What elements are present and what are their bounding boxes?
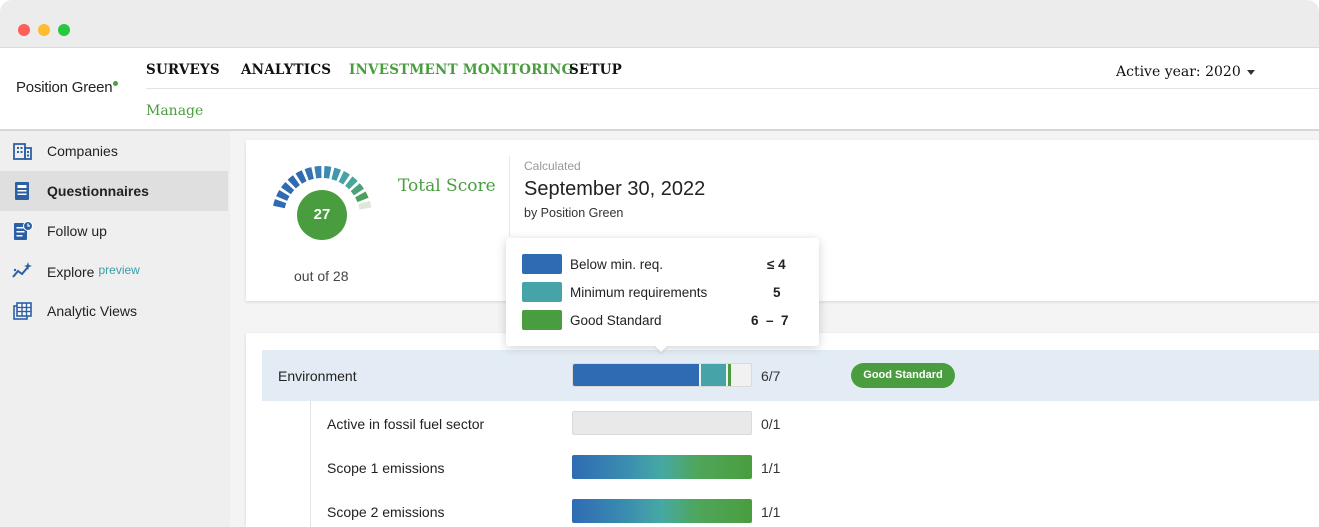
bar-segment-below-min: [573, 364, 699, 386]
sidebar-item-explore[interactable]: Explore preview: [0, 251, 228, 291]
calculated-by: by Position Green: [524, 206, 624, 220]
row-score-environment: 6/7: [761, 368, 781, 384]
gauge-segment: [304, 167, 314, 181]
score-bar-fossil-fuel: [572, 411, 752, 435]
minimize-window-button[interactable]: [38, 24, 50, 36]
nav-setup[interactable]: SETUP: [569, 62, 622, 78]
legend-label-minimum: Minimum requirements: [570, 285, 708, 300]
legend-swatch-good: [522, 310, 562, 330]
gauge-segment: [331, 167, 342, 181]
top-navigation: Position Green SURVEYS ANALYTICS INVESTM…: [0, 48, 1319, 131]
row-label-environment: Environment: [278, 368, 357, 384]
active-year-label: Active year: 2020: [1116, 64, 1241, 80]
sidebar-item-label: Questionnaires: [47, 183, 149, 199]
legend-swatch-minimum: [522, 282, 562, 302]
divider: [509, 156, 510, 236]
explore-label: Explore: [47, 264, 95, 280]
gauge-segment: [273, 199, 287, 209]
subnav-manage[interactable]: Manage: [146, 103, 203, 119]
legend-range-below-min: ≤ 4: [767, 257, 786, 272]
score-bar-environment: [572, 363, 752, 387]
explore-icon: [12, 262, 32, 278]
status-badge: Good Standard: [851, 363, 955, 388]
row-score-scope-2: 1/1: [761, 504, 781, 520]
bar-segment-good: [728, 364, 731, 386]
score-value: 27: [297, 190, 347, 240]
score-bar-scope-1: [572, 455, 752, 479]
nav-surveys[interactable]: SURVEYS: [146, 62, 220, 78]
nav-divider: [146, 88, 1319, 89]
legend-label-below-min: Below min. req.: [570, 257, 664, 272]
legend-swatch-below-min: [522, 254, 562, 274]
sidebar-item-label: Companies: [47, 143, 118, 159]
tooltip-arrow: [654, 345, 668, 352]
tree-connector: [310, 401, 311, 527]
row-label-fossil-fuel: Active in fossil fuel sector: [327, 416, 485, 432]
legend-range-minimum: 5: [773, 285, 781, 300]
row-label-scope-1: Scope 1 emissions: [327, 460, 445, 476]
score-bar-scope-2: [572, 499, 752, 523]
building-icon: [13, 143, 32, 160]
calculated-label: Calculated: [524, 159, 581, 173]
table-row-environment[interactable]: [262, 350, 1319, 401]
questionnaire-icon: [15, 182, 29, 200]
sidebar-item-follow-up[interactable]: Follow up: [0, 211, 228, 251]
gauge-segment: [323, 166, 332, 179]
legend-range-good: 6 – 7: [751, 313, 789, 328]
close-window-button[interactable]: [18, 24, 30, 36]
total-score-title: Total Score: [398, 176, 496, 196]
app-window: Position Green SURVEYS ANALYTICS INVESTM…: [0, 0, 1319, 527]
brand-logo[interactable]: Position Green: [16, 79, 119, 96]
row-label-scope-2: Scope 2 emissions: [327, 504, 445, 520]
gauge-segment: [358, 200, 372, 210]
sidebar-item-companies[interactable]: Companies: [0, 131, 228, 171]
legend-label-good: Good Standard: [570, 313, 662, 328]
title-bar: [0, 0, 1319, 48]
row-score-scope-1: 1/1: [761, 460, 781, 476]
active-year-dropdown[interactable]: Active year: 2020: [1116, 64, 1255, 80]
sidebar-item-analytic-views[interactable]: Analytic Views: [0, 291, 228, 331]
preview-badge: preview: [98, 263, 140, 277]
nav-analytics[interactable]: ANALYTICS: [241, 62, 331, 78]
score-out-of: out of 28: [294, 268, 349, 284]
sidebar-item-label: Follow up: [47, 223, 107, 239]
chevron-down-icon: [1246, 69, 1255, 75]
maximize-window-button[interactable]: [58, 24, 70, 36]
bar-segment-minimum: [701, 364, 726, 386]
calculated-date: September 30, 2022: [524, 178, 706, 200]
sidebar-item-label: Explore preview: [47, 263, 140, 280]
logo-dot-icon: [113, 81, 119, 86]
nav-investment-monitoring[interactable]: INVESTMENT MONITORING: [349, 62, 573, 78]
follow-up-icon: [14, 221, 33, 240]
row-score-fossil-fuel: 0/1: [761, 416, 781, 432]
analytic-views-icon: [13, 302, 32, 320]
brand-name: Position Green: [16, 79, 113, 96]
sidebar-item-label: Analytic Views: [47, 303, 138, 319]
sidebar-item-questionnaires[interactable]: Questionnaires: [0, 171, 228, 211]
gauge-segment: [314, 166, 322, 179]
